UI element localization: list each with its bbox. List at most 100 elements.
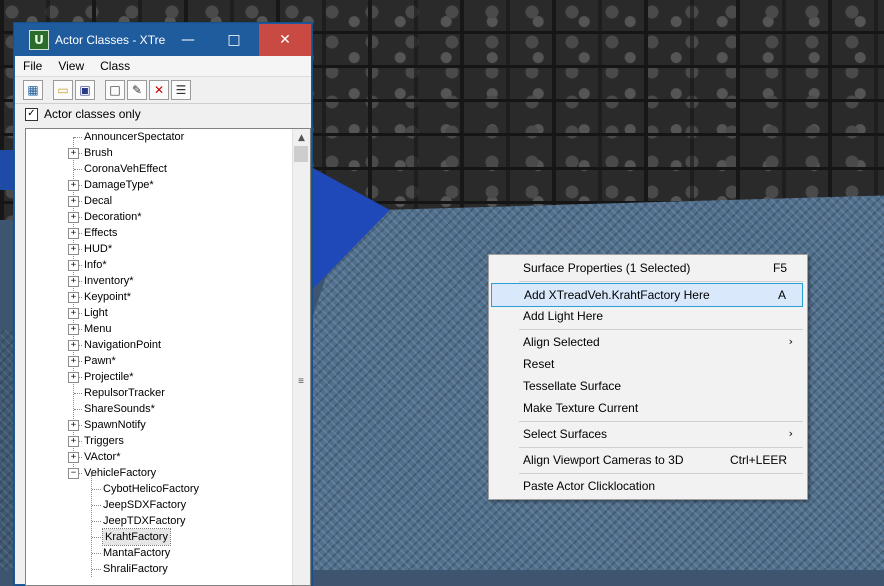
collapse-minus-icon[interactable]: −: [68, 468, 79, 479]
properties-icon[interactable]: ☰: [171, 80, 191, 100]
actor-classes-only-label: Actor classes only: [44, 107, 141, 121]
tree-item[interactable]: + Decoration*: [26, 209, 292, 225]
expand-plus-icon[interactable]: +: [68, 244, 79, 255]
tree-subitem-label: JeepTDXFactory: [103, 515, 186, 527]
tree-item[interactable]: + Decal: [26, 193, 292, 209]
expand-plus-icon[interactable]: +: [68, 148, 79, 159]
tree-item-label: Keypoint*: [84, 291, 132, 303]
tree-item-label: VehicleFactory: [84, 467, 157, 479]
tree-item[interactable]: RepulsorTracker: [26, 385, 292, 401]
expand-plus-icon[interactable]: +: [68, 292, 79, 303]
tree-item[interactable]: + DamageType*: [26, 177, 292, 193]
expand-plus-icon[interactable]: +: [68, 228, 79, 239]
expand-plus-icon[interactable]: +: [68, 180, 79, 191]
minimize-button[interactable]: —: [165, 24, 211, 56]
tree-item[interactable]: + Menu: [26, 321, 292, 337]
tree-subitem-label: JeepSDXFactory: [103, 499, 187, 511]
open-folder-icon[interactable]: ▭: [53, 80, 73, 100]
expand-plus-icon[interactable]: +: [68, 452, 79, 463]
expand-plus-icon[interactable]: +: [68, 356, 79, 367]
expand-plus-icon[interactable]: +: [68, 276, 79, 287]
expand-plus-icon[interactable]: +: [68, 308, 79, 319]
expand-plus-icon[interactable]: +: [68, 436, 79, 447]
tree-item[interactable]: + Keypoint*: [26, 289, 292, 305]
actor-classes-only-checkbox[interactable]: ✓: [25, 107, 38, 121]
menu-align-selected[interactable]: Align Selected ›: [491, 331, 803, 353]
menu-reset[interactable]: Reset: [491, 353, 803, 375]
tree-subitem-label: CybotHelicoFactory: [103, 483, 199, 495]
tree-item-label: Decoration*: [84, 211, 142, 223]
class-browser-icon[interactable]: ▦: [23, 80, 43, 100]
expand-plus-icon[interactable]: +: [68, 420, 79, 431]
menu-add-actor-here[interactable]: Add XTreadVeh.KrahtFactory Here A: [491, 283, 803, 307]
tree-subitem-label: KrahtFactory: [102, 528, 171, 546]
tree-item-label: Effects: [84, 227, 118, 239]
delete-x-icon[interactable]: ✕: [149, 80, 169, 100]
submenu-arrow-icon: ›: [788, 335, 793, 348]
menu-paste-actor-clicklocation[interactable]: Paste Actor Clicklocation: [491, 475, 803, 497]
expand-plus-icon[interactable]: +: [68, 372, 79, 383]
tree-item-label: Decal: [84, 195, 113, 207]
tree-item[interactable]: + SpawnNotify: [26, 417, 292, 433]
tree-item[interactable]: − VehicleFactory: [26, 465, 292, 481]
scroll-thumb[interactable]: [294, 146, 308, 162]
class-tree[interactable]: AnnouncerSpectator + Brush CoronaVehEffect +…: [25, 128, 311, 586]
tree-item[interactable]: + Inventory*: [26, 273, 292, 289]
tree-scrollbar[interactable]: ▲ ≡: [292, 129, 310, 585]
expand-plus-icon[interactable]: +: [68, 260, 79, 271]
tree-item[interactable]: + VActor*: [26, 449, 292, 465]
menu-surface-properties[interactable]: Surface Properties (1 Selected) F5: [491, 257, 803, 279]
menu-bar: File View Class: [15, 56, 311, 77]
tree-item-label: Brush: [84, 147, 113, 159]
expand-plus-icon[interactable]: +: [68, 340, 79, 351]
tree-subitem-label: MantaFactory: [103, 547, 171, 559]
title-bar[interactable]: U Actor Classes - XTre — □ ✕: [15, 24, 311, 56]
menu-view[interactable]: View: [50, 59, 92, 73]
expand-plus-icon[interactable]: +: [68, 196, 79, 207]
tree-item[interactable]: + Effects: [26, 225, 292, 241]
menu-tessellate-surface[interactable]: Tessellate Surface: [491, 375, 803, 397]
tree-subitem[interactable]: ShraliFactory: [26, 561, 292, 577]
edit-pencil-icon[interactable]: ✎: [127, 80, 147, 100]
tree-item-label: Inventory*: [84, 275, 134, 287]
submenu-arrow-icon: ›: [788, 427, 793, 440]
actor-classes-window: U Actor Classes - XTre — □ ✕ File View C…: [14, 23, 312, 586]
save-icon[interactable]: ▣: [75, 80, 95, 100]
menu-add-light-here[interactable]: Add Light Here: [491, 305, 803, 327]
tree-item[interactable]: + NavigationPoint: [26, 337, 292, 353]
tree-item[interactable]: + Triggers: [26, 433, 292, 449]
tree-item[interactable]: ShareSounds*: [26, 401, 292, 417]
scroll-up-icon[interactable]: ▲: [293, 129, 310, 146]
actor-classes-only-toggle[interactable]: ✓ Actor classes only: [15, 104, 311, 124]
tree-subitem[interactable]: JeepSDXFactory: [26, 497, 292, 513]
new-document-icon[interactable]: □: [105, 80, 125, 100]
menu-class[interactable]: Class: [92, 59, 138, 73]
tree-item-label: Triggers: [84, 435, 124, 447]
tree-item-label: DamageType*: [84, 179, 154, 191]
close-button[interactable]: ✕: [259, 24, 311, 56]
tree-item-label: SpawnNotify: [84, 419, 146, 431]
tree-item[interactable]: + HUD*: [26, 241, 292, 257]
tree-subitem[interactable]: KrahtFactory: [26, 528, 292, 546]
menu-file[interactable]: File: [15, 59, 50, 73]
maximize-button[interactable]: □: [211, 24, 257, 56]
unreal-editor-icon: U: [29, 30, 49, 50]
tree-item-label: Info*: [84, 259, 107, 271]
tree-item[interactable]: + Info*: [26, 257, 292, 273]
tree-item[interactable]: + Projectile*: [26, 369, 292, 385]
menu-select-surfaces[interactable]: Select Surfaces ›: [491, 423, 803, 445]
tree-item-label: Light: [84, 307, 108, 319]
scroll-grip-icon: ≡: [298, 376, 304, 387]
tree-subitem[interactable]: MantaFactory: [26, 545, 292, 561]
tree-item[interactable]: + Brush: [26, 145, 292, 161]
tree-item[interactable]: AnnouncerSpectator: [26, 129, 292, 145]
menu-align-viewport-cameras[interactable]: Align Viewport Cameras to 3D Ctrl+LEER: [491, 449, 803, 471]
menu-make-texture-current[interactable]: Make Texture Current: [491, 397, 803, 419]
tree-subitem[interactable]: JeepTDXFactory: [26, 513, 292, 529]
tree-subitem[interactable]: CybotHelicoFactory: [26, 481, 292, 497]
tree-item[interactable]: + Pawn*: [26, 353, 292, 369]
expand-plus-icon[interactable]: +: [68, 324, 79, 335]
tree-item[interactable]: CoronaVehEffect: [26, 161, 292, 177]
tree-item[interactable]: + Light: [26, 305, 292, 321]
expand-plus-icon[interactable]: +: [68, 212, 79, 223]
